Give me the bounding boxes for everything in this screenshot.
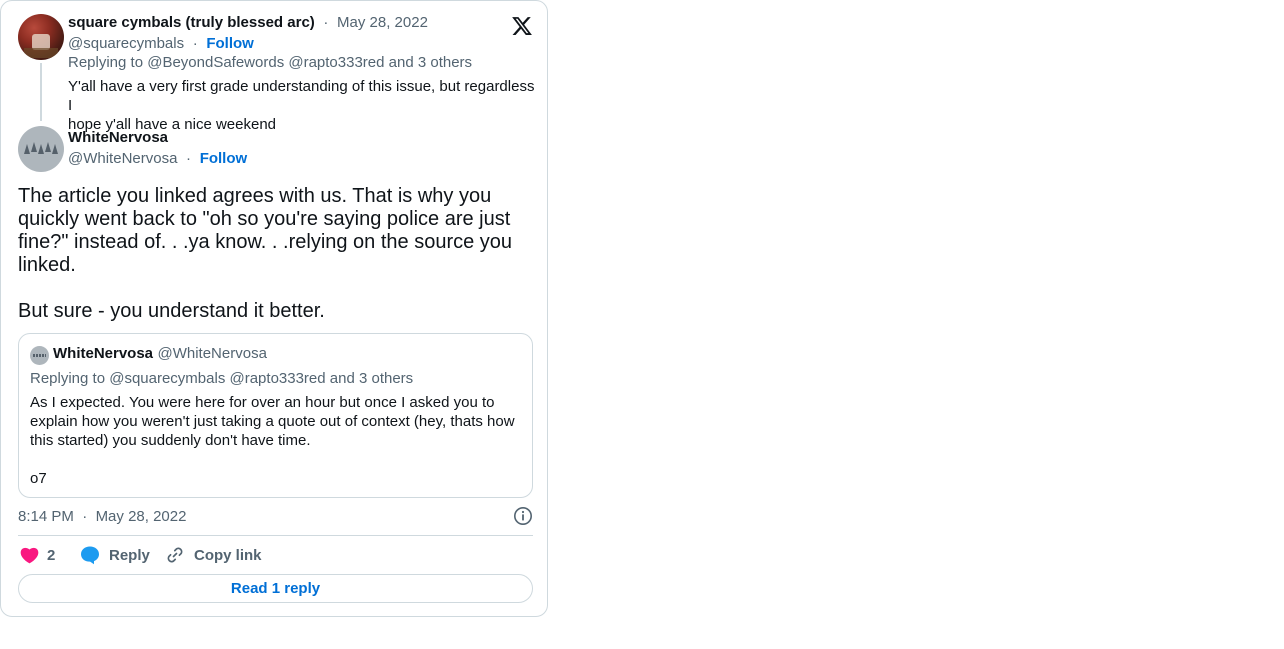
separator-dot: · — [188, 35, 202, 52]
quoted-author-name: WhiteNervosa — [53, 345, 154, 362]
quoted-author-avatar — [30, 346, 49, 365]
tweet-date[interactable]: May 28, 2022 — [96, 508, 187, 525]
main-author-handle[interactable]: @WhiteNervosa — [68, 150, 177, 167]
separator-dot: · — [78, 508, 92, 525]
quoted-text-line: this started) you suddenly don't have ti… — [30, 432, 311, 449]
tweet-time[interactable]: 8:14 PM — [18, 508, 74, 525]
main-author-name[interactable]: WhiteNervosa — [68, 129, 168, 146]
heart-icon[interactable] — [20, 546, 39, 564]
replying-prefix: Replying to — [68, 54, 144, 71]
info-icon[interactable] — [513, 506, 533, 526]
parent-author-handle[interactable]: @squarecymbals — [68, 35, 184, 52]
parent-text-line: Y'all have a very first grade understand… — [68, 78, 535, 114]
quoted-author-handle: @WhiteNervosa — [157, 345, 267, 362]
replying-to-users[interactable]: @BeyondSafewords @rapto333red and 3 othe… — [147, 54, 472, 71]
x-logo-icon[interactable] — [511, 15, 533, 37]
copy-link-button[interactable]: Copy link — [194, 547, 262, 564]
separator-dot: · — [319, 14, 333, 31]
divider — [18, 535, 533, 536]
parent-author-name[interactable]: square cymbals (truly blessed arc) — [68, 14, 315, 31]
reply-button[interactable]: Reply — [109, 547, 150, 564]
main-author-avatar[interactable] — [18, 126, 64, 172]
parent-author-avatar[interactable] — [18, 14, 64, 60]
reply-bubble-icon[interactable] — [80, 545, 100, 565]
main-text-line: The article you linked agrees with us. T… — [18, 185, 492, 207]
parent-replying-to: Replying to @BeyondSafewords @rapto333re… — [68, 54, 472, 71]
quoted-tweet-text: As I expected. You were here for over an… — [30, 393, 525, 488]
quoted-text-line: As I expected. You were here for over an… — [30, 394, 495, 411]
like-count[interactable]: 2 — [47, 547, 55, 564]
quoted-text-line: o7 — [30, 470, 47, 487]
parent-tweet-date[interactable]: May 28, 2022 — [337, 14, 428, 31]
quoted-text-line: explain how you weren't just taking a qu… — [30, 413, 515, 430]
parent-tweet-text: Y'all have a very first grade understand… — [68, 77, 538, 134]
main-tweet-timestamp[interactable]: 8:14 PM · May 28, 2022 — [18, 508, 186, 525]
quoted-replying-to: Replying to @squarecymbals @rapto333red … — [30, 370, 413, 387]
tweet-embed-card: square cymbals (truly blessed arc) · May… — [0, 0, 548, 617]
main-follow-button[interactable]: Follow — [200, 150, 248, 167]
replying-prefix: Replying to — [30, 370, 106, 387]
parent-follow-button[interactable]: Follow — [206, 35, 254, 52]
quoted-tweet[interactable]: WhiteNervosa @WhiteNervosa Replying to @… — [18, 333, 533, 498]
main-tweet-text: The article you linked agrees with us. T… — [18, 185, 538, 323]
link-icon[interactable] — [165, 545, 185, 565]
main-text-line: quickly went back to "oh so you're sayin… — [18, 208, 511, 230]
read-replies-button[interactable]: Read 1 reply — [18, 574, 533, 603]
main-text-line: linked. — [18, 254, 76, 276]
thread-connector-line — [40, 63, 42, 121]
separator-dot: · — [181, 150, 196, 167]
main-text-line: fine?" instead of. . .ya know. . .relyin… — [18, 231, 513, 253]
main-text-line: But sure - you understand it better. — [18, 300, 325, 322]
replying-to-users: @squarecymbals @rapto333red and 3 others — [109, 370, 414, 387]
